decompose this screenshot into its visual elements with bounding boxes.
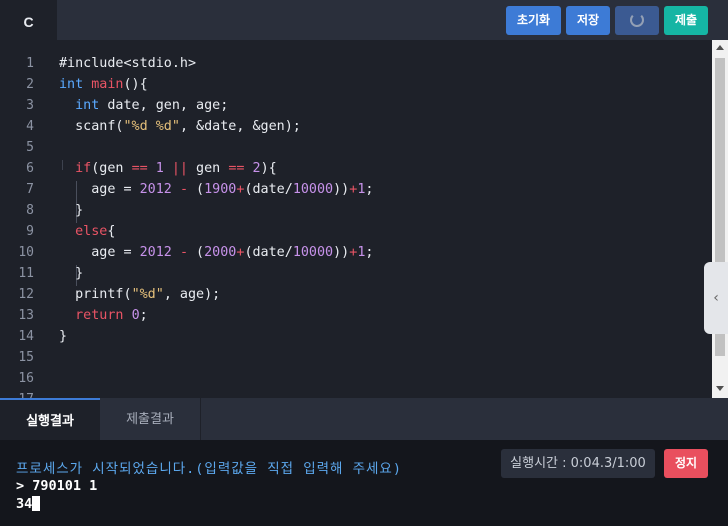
code-line: #include<stdio.h>: [59, 56, 197, 71]
code-line: }: [59, 329, 68, 344]
editor-scrollbar[interactable]: [712, 40, 728, 398]
code-line: int date, gen, age;: [75, 98, 229, 113]
line-number: 8: [26, 203, 34, 218]
line-number-gutter: 1 2 3 4 5 6 7 8 9 10 11 12 13 14 15 16 1…: [0, 40, 45, 398]
text-cursor: [32, 496, 41, 511]
console-input-line: > 790101 1: [16, 478, 98, 494]
submit-button[interactable]: 제출: [664, 6, 708, 35]
code-line: }: [59, 203, 84, 218]
line-number: 3: [26, 98, 34, 113]
line-number: 16: [18, 371, 34, 386]
code-line: if(gen == 1 || gen == 2){: [75, 161, 277, 176]
code-line: printf("%d", age);: [59, 287, 221, 302]
tab-submit-result[interactable]: 제출결과: [100, 398, 201, 440]
scroll-down-arrow-icon[interactable]: [716, 386, 724, 391]
language-tab[interactable]: C: [0, 0, 57, 40]
line-number: 1: [26, 56, 34, 71]
code-line: int main(){: [59, 77, 148, 92]
panel-collapse-handle[interactable]: ‹: [704, 262, 728, 334]
line-number: 10: [18, 245, 34, 260]
code-line: else{: [75, 224, 116, 239]
code-line: return 0;: [75, 308, 148, 323]
line-number: 5: [26, 140, 34, 155]
code-line: age = 2012 - (2000+(date/10000))+1;: [59, 245, 374, 260]
console-output-line[interactable]: 34: [16, 496, 41, 512]
console-notice: 프로세스가 시작되었습니다.(입력값을 직접 입력해 주세요): [16, 461, 402, 477]
save-button[interactable]: 저장: [566, 6, 610, 35]
code-line: }: [59, 266, 84, 281]
line-number: 15: [18, 350, 34, 365]
code-editor[interactable]: 1 2 3 4 5 6 7 8 9 10 11 12 13 14 15 16 1…: [0, 40, 712, 398]
line-number: 4: [26, 119, 34, 134]
tab-run-result[interactable]: 실행결과: [0, 398, 100, 440]
stop-button[interactable]: 정지: [664, 449, 708, 478]
line-number: 12: [18, 287, 34, 302]
scroll-up-arrow-icon[interactable]: [716, 45, 724, 50]
code-line: age = 2012 - (1900+(date/10000))+1;: [59, 182, 374, 197]
line-number: 11: [18, 266, 34, 281]
output-value: 34: [16, 496, 33, 512]
output-tabs: 실행결과 제출결과: [0, 398, 728, 440]
reset-button[interactable]: 초기화: [506, 6, 561, 35]
line-number: 6: [26, 161, 34, 176]
code-line: scanf("%d %d", &date, &gen);: [59, 119, 301, 134]
line-number: 14: [18, 329, 34, 344]
loading-spinner-icon: [630, 13, 644, 27]
run-button[interactable]: [615, 6, 659, 35]
line-number: 7: [26, 182, 34, 197]
line-number: 9: [26, 224, 34, 239]
execution-time: 실행시간 : 0:04.3/1:00: [501, 449, 655, 478]
code-content[interactable]: #include<stdio.h> int main(){ int date, …: [59, 40, 373, 344]
top-toolbar: C 초기화 저장 제출: [0, 0, 728, 40]
chevron-left-icon: ‹: [713, 290, 719, 306]
line-number: 13: [18, 308, 34, 323]
line-number: 2: [26, 77, 34, 92]
